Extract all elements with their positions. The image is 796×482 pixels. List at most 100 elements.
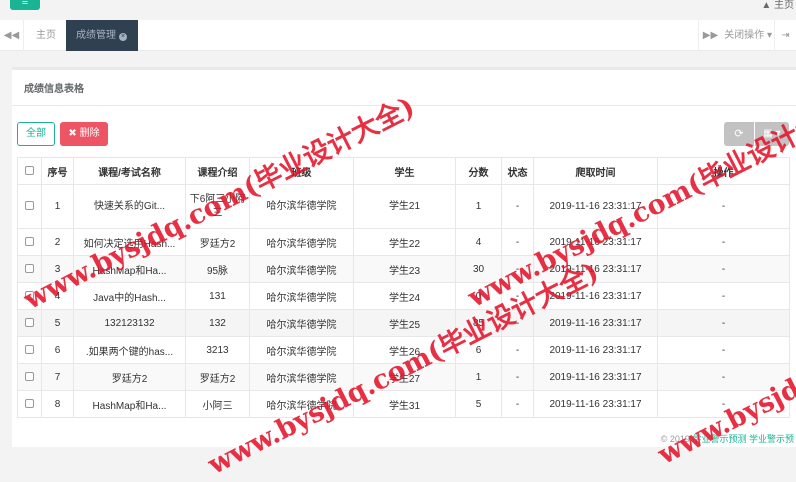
top-bar: ≡ ▲ 主页 bbox=[0, 0, 796, 14]
tab-home[interactable]: 主页 bbox=[26, 20, 66, 51]
row-checkbox[interactable] bbox=[17, 390, 42, 418]
table-row[interactable]: 1 快速关系的Git... 下6阿三小阿三 哈尔滨华德学院 学生21 1-2019-11-… bbox=[17, 184, 790, 229]
tab-score-management[interactable]: 成绩管理 × bbox=[66, 20, 138, 51]
row-checkbox[interactable] bbox=[17, 309, 42, 337]
table-cell: 罗廷方2 bbox=[73, 363, 186, 391]
tab-score-management-label: 成绩管理 bbox=[76, 30, 116, 41]
table-cell: - bbox=[657, 363, 790, 391]
footer: © 2019 学业警示预测 学业警示预 bbox=[661, 432, 794, 445]
row-checkbox[interactable] bbox=[17, 255, 42, 283]
footer-link[interactable]: 学业警示预 bbox=[749, 434, 794, 444]
delete-icon: ✖ bbox=[68, 128, 77, 139]
table-cell: 95脉 bbox=[185, 255, 250, 283]
table-cell: 哈尔滨华德学院 bbox=[249, 390, 354, 418]
table-cell: 1 bbox=[41, 184, 74, 229]
table-cell: 学生26 bbox=[353, 336, 456, 364]
table-cell: 哈尔滨华德学院 bbox=[249, 184, 354, 229]
table-cell: 学生27 bbox=[353, 363, 456, 391]
table-cell: 5 bbox=[455, 390, 502, 418]
panel-title: 成绩信息表格 bbox=[24, 84, 84, 95]
table-cell: - bbox=[501, 390, 534, 418]
table-cell: 5 bbox=[41, 309, 74, 337]
all-button[interactable]: 全部 bbox=[17, 122, 55, 146]
table-cell: HashMap和Ha... bbox=[73, 255, 186, 283]
table-cell: 2019-11-16 23:31:17 bbox=[533, 184, 658, 229]
table-cell: 131 bbox=[185, 282, 250, 310]
table-cell: 1 bbox=[455, 184, 502, 229]
row-checkbox[interactable] bbox=[17, 228, 42, 256]
column-header[interactable]: 爬取时间 bbox=[533, 157, 658, 185]
table-cell: 2019-11-16 23:31:17 bbox=[533, 282, 658, 310]
table-cell: - bbox=[501, 184, 534, 229]
table-cell: 哈尔滨华德学院 bbox=[249, 282, 354, 310]
table-row[interactable]: 8 HashMap和Ha... 小阿三 哈尔滨华德学院 学生31 5-2019-11-16… bbox=[17, 390, 790, 418]
table-row[interactable]: 6 .如果两个键的has... 3213 哈尔滨华德学院 学生26 6-2019-11-1… bbox=[17, 336, 790, 364]
footer-link[interactable]: 学业警示预测 bbox=[692, 434, 746, 444]
row-checkbox[interactable] bbox=[17, 363, 42, 391]
table-cell: - bbox=[501, 309, 534, 337]
table-cell: 3 bbox=[41, 255, 74, 283]
row-checkbox[interactable] bbox=[17, 336, 42, 364]
refresh-icon[interactable]: ⟳ bbox=[724, 122, 754, 146]
column-header[interactable]: 状态 bbox=[501, 157, 534, 185]
table-cell: 2019-11-16 23:31:17 bbox=[533, 363, 658, 391]
table-cell: - bbox=[657, 228, 790, 256]
table-row[interactable]: 3 HashMap和Ha... 95脉 哈尔滨华德学院 学生23 30-2019-11-1… bbox=[17, 255, 790, 283]
column-header[interactable]: 班级 bbox=[249, 157, 354, 185]
table-cell: 学生22 bbox=[353, 228, 456, 256]
row-checkbox[interactable] bbox=[17, 282, 42, 310]
delete-button[interactable]: ✖ 删除 bbox=[60, 122, 108, 146]
table-cell: 学生23 bbox=[353, 255, 456, 283]
column-header[interactable]: 课程/考试名称 bbox=[73, 157, 186, 185]
table-cell: 85 bbox=[455, 309, 502, 337]
checkbox-icon bbox=[25, 345, 34, 355]
table-cell: 2019-11-16 23:31:17 bbox=[533, 309, 658, 337]
table-cell: - bbox=[501, 255, 534, 283]
checkbox-icon bbox=[25, 291, 34, 301]
tab-scroll-left-icon[interactable]: ◀◀ bbox=[0, 20, 24, 51]
table-cell: 罗廷方2 bbox=[185, 228, 250, 256]
table-cell: 哈尔滨华德学院 bbox=[249, 309, 354, 337]
columns-toggle-icon[interactable]: ▦ ▾ bbox=[755, 122, 789, 146]
table-cell: 2019-11-16 23:31:17 bbox=[533, 255, 658, 283]
table-cell: .如果两个键的has... bbox=[73, 336, 186, 364]
tab-scroll-right-icon[interactable]: ▶▶ bbox=[698, 20, 722, 51]
table-cell: - bbox=[657, 390, 790, 418]
table-cell: 小阿三 bbox=[185, 390, 250, 418]
table-cell: 下6阿三小阿三 bbox=[185, 184, 250, 229]
column-header[interactable]: 学生 bbox=[353, 157, 456, 185]
table-row[interactable]: 5 132123132 132 哈尔滨华德学院 学生25 85-2019-11-16 23… bbox=[17, 309, 790, 337]
checkbox-icon bbox=[25, 201, 34, 211]
checkbox-icon bbox=[25, 237, 34, 247]
table-cell: - bbox=[657, 184, 790, 229]
table-cell: 哈尔滨华德学院 bbox=[249, 336, 354, 364]
column-header[interactable]: 课程介绍 bbox=[185, 157, 250, 185]
table-row[interactable]: 2 如何决定选用Hash... 罗廷方2 哈尔滨华德学院 学生22 4-2019-11-1… bbox=[17, 228, 790, 256]
table-row[interactable]: 7 罗廷方2 罗廷方2 哈尔滨华德学院 学生27 1-2019-11-16 23:31:1… bbox=[17, 363, 790, 391]
table-cell: - bbox=[501, 282, 534, 310]
panel-divider bbox=[12, 105, 796, 106]
row-checkbox[interactable] bbox=[17, 184, 42, 229]
checkbox-icon bbox=[25, 166, 34, 176]
column-header[interactable]: 分数 bbox=[455, 157, 502, 185]
tab-close-icon[interactable]: × bbox=[119, 33, 127, 41]
close-operations-dropdown[interactable]: 关闭操作 ▾ bbox=[724, 20, 772, 51]
table-cell: 7 bbox=[41, 363, 74, 391]
menu-toggle-button[interactable]: ≡ bbox=[10, 0, 40, 10]
exit-icon[interactable]: ⇥ bbox=[774, 20, 796, 51]
delete-button-label: 删除 bbox=[79, 128, 100, 139]
table-row[interactable]: 4 Java中的Hash... 131 哈尔滨华德学院 学生24 0-2019-11-16… bbox=[17, 282, 790, 310]
topbar-right-link[interactable]: ▲ 主页 bbox=[761, 0, 794, 11]
table-cell: 学生24 bbox=[353, 282, 456, 310]
table-cell: - bbox=[501, 336, 534, 364]
table-cell: 2 bbox=[41, 228, 74, 256]
table-cell: - bbox=[657, 282, 790, 310]
table-cell: 1 bbox=[455, 363, 502, 391]
select-all-checkbox[interactable] bbox=[17, 157, 42, 185]
column-header[interactable]: 序号 bbox=[41, 157, 74, 185]
table-cell: 0 bbox=[455, 282, 502, 310]
checkbox-icon bbox=[25, 264, 34, 274]
score-panel: 成绩信息表格 全部 ✖ 删除 ⟳ ▦ ▾ 序号 课程/考试名称 课程介绍 班级 … bbox=[12, 67, 796, 447]
table-cell: 8 bbox=[41, 390, 74, 418]
copyright-text: © 2019 bbox=[660, 434, 690, 444]
